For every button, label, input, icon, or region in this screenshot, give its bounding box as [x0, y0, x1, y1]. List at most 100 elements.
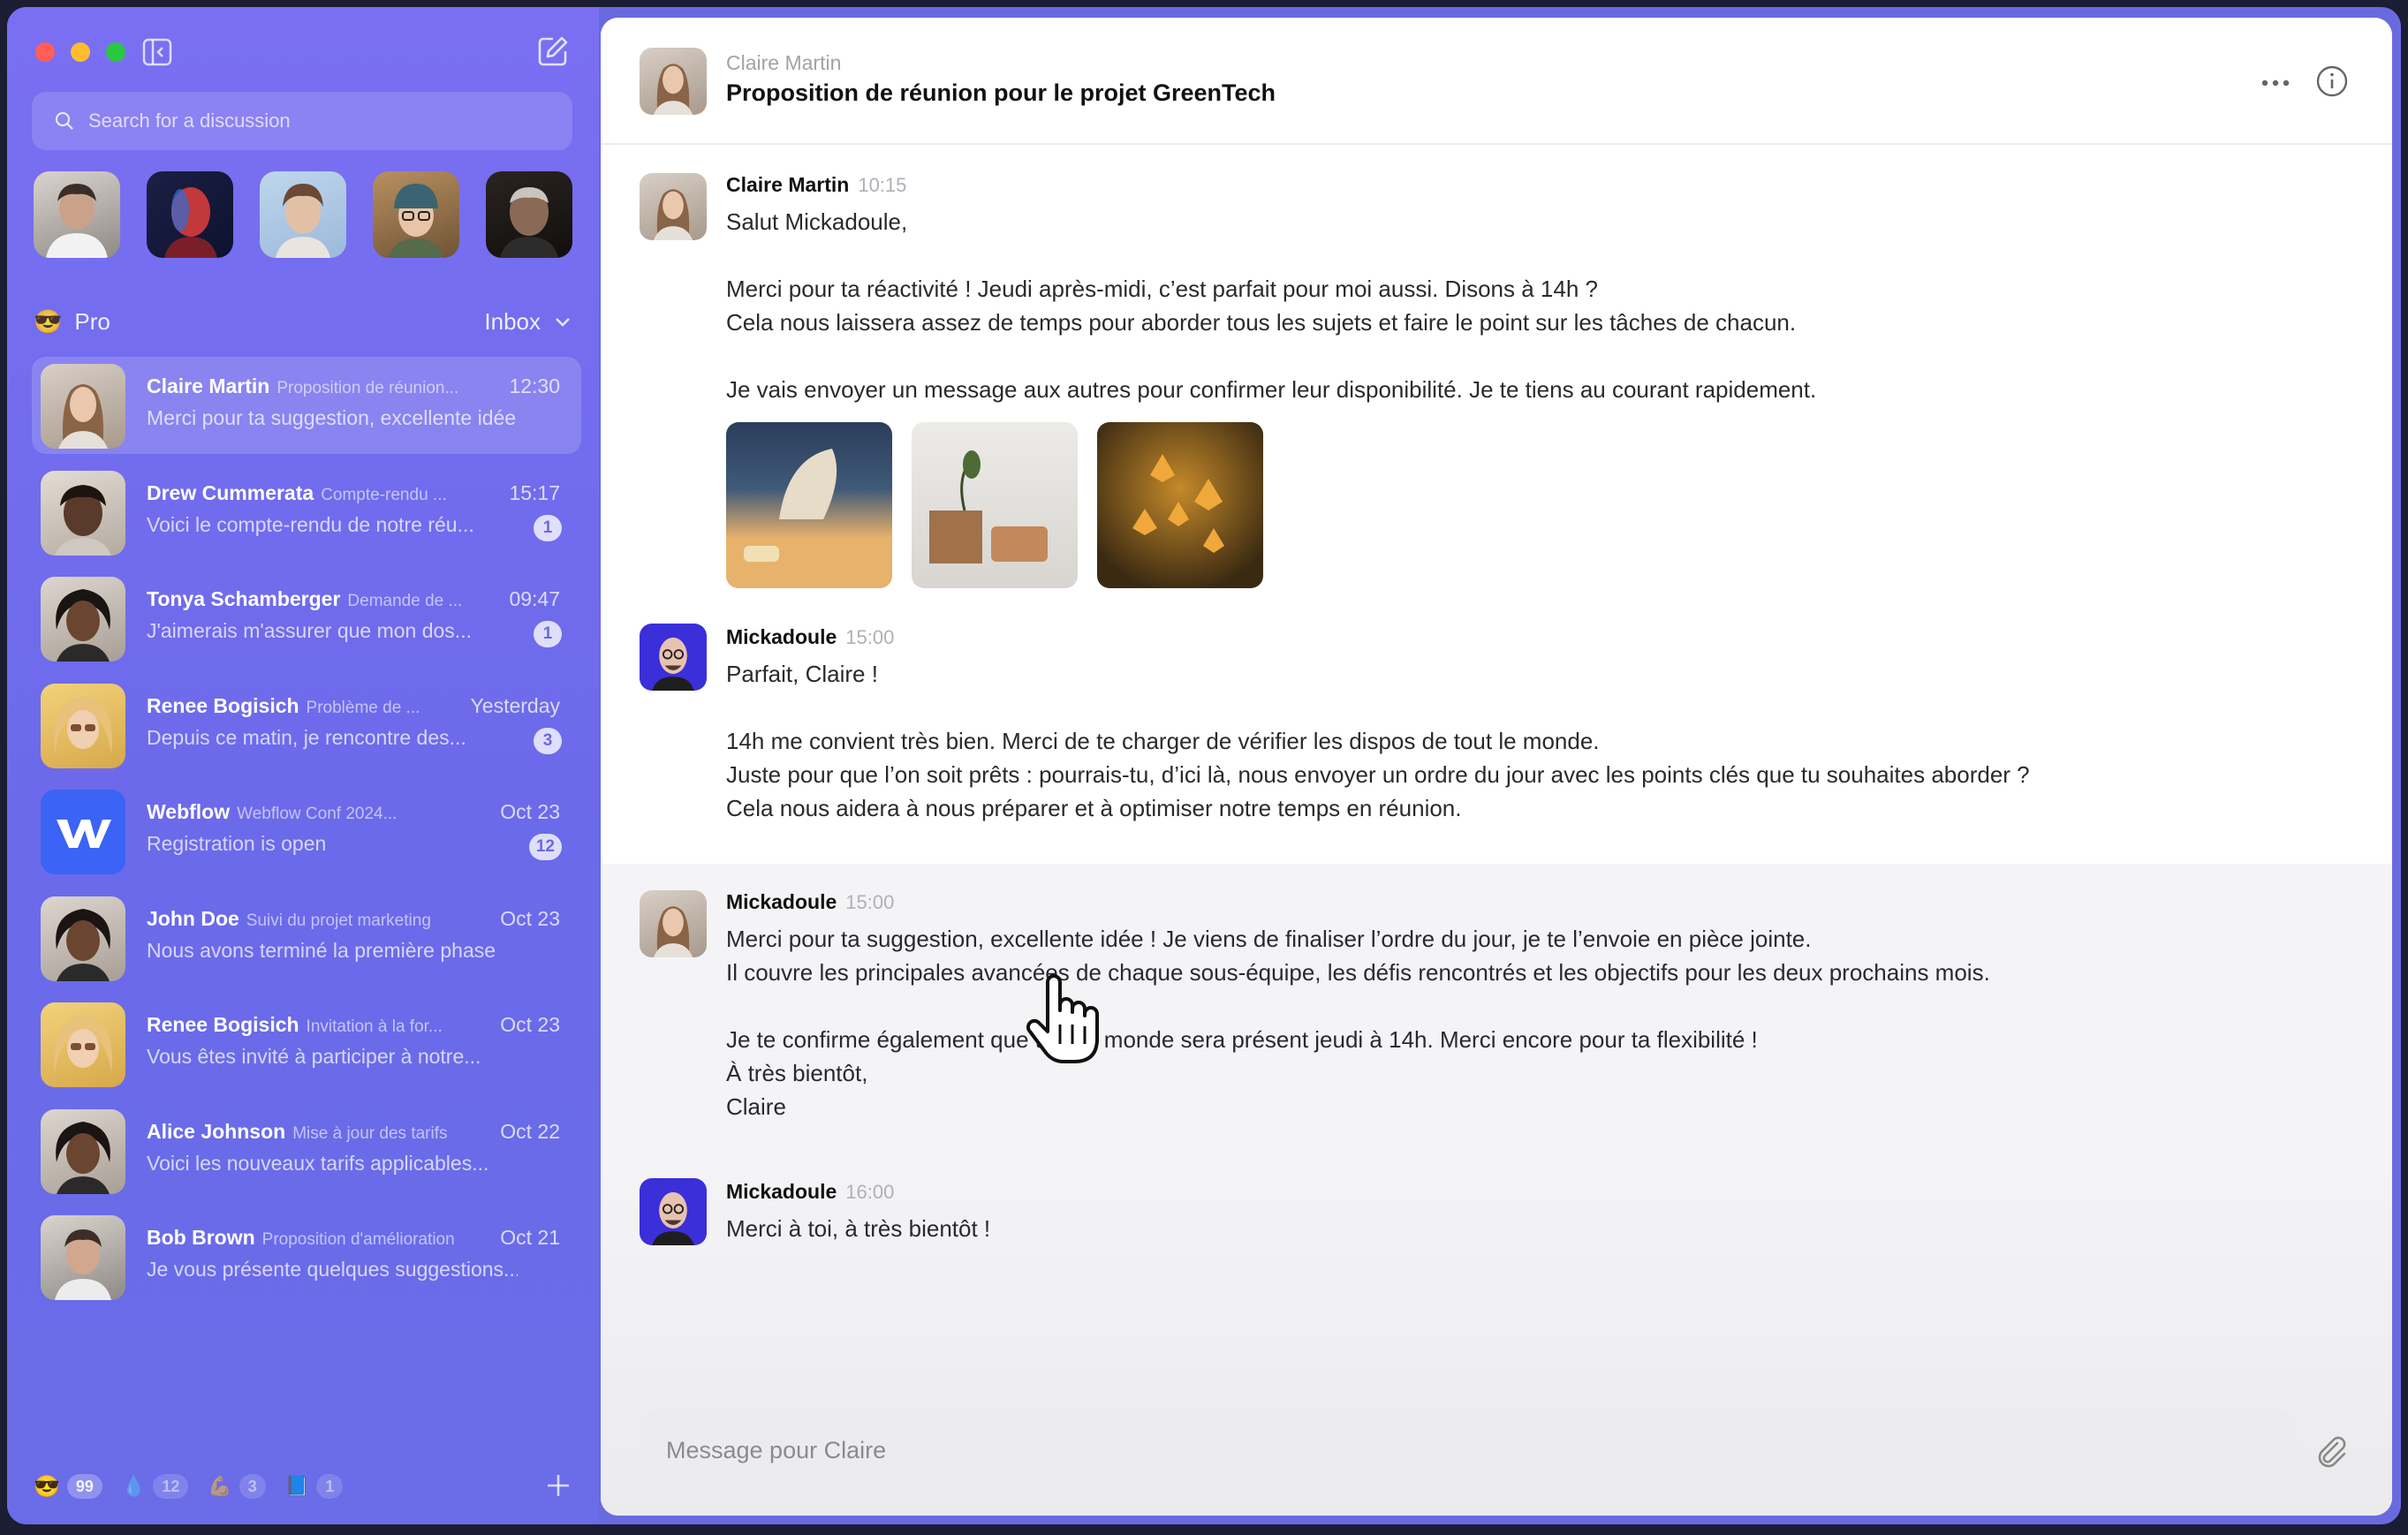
message-composer[interactable] [640, 1410, 2297, 1491]
conversation-time: Oct 22 [500, 1119, 560, 1143]
group-row: 😎 Pro Inbox [34, 302, 572, 341]
contact-name: Tonya Schamberger [147, 587, 341, 610]
message: Claire Martin 10:15 Salut Mickadoule, Mer… [601, 145, 2392, 613]
more-options-icon[interactable] [2258, 72, 2293, 94]
contact-name: Alice Johnson [147, 1119, 286, 1143]
message-author: Mickadoule [726, 1180, 837, 1203]
conversation-time: Oct 23 [500, 1013, 560, 1036]
conversation-preview: Registration is open [147, 832, 327, 855]
app-window: 😎 Pro Inbox Claire Martin Proposition de … [7, 7, 2401, 1524]
group-tab-pro[interactable]: 😎 99 [34, 1474, 102, 1500]
message-body: Merci à toi, à très bientôt ! [726, 1215, 991, 1242]
favorite-contacts [34, 171, 572, 258]
unread-badge: 12 [528, 834, 562, 860]
conversation-time: 09:47 [509, 587, 560, 610]
favorite-avatar-2[interactable] [147, 171, 233, 258]
attachment-image-room[interactable] [912, 422, 1078, 588]
conversation-item[interactable]: Renee Bogisich Problème de ... Yesterday … [32, 677, 581, 774]
conversation-item[interactable]: Alice Johnson Mise à jour des tarifs Oct … [32, 1102, 581, 1199]
group-count: 12 [153, 1474, 189, 1499]
minimize-window-button[interactable] [71, 42, 90, 62]
avatar [41, 896, 125, 981]
window-controls [35, 42, 125, 62]
add-group-icon[interactable] [542, 1470, 574, 1501]
search-bar[interactable] [32, 92, 572, 150]
conversation-subject: Demande de ... [347, 592, 463, 610]
message-input[interactable] [666, 1436, 2256, 1464]
sunglasses-emoji-icon: 😎 [34, 1474, 60, 1499]
message-author: Mickadoule [726, 625, 837, 648]
group-count: 99 [66, 1474, 102, 1499]
conversation-item[interactable]: John Doe Suivi du projet marketing Oct 23… [32, 889, 581, 987]
conversation-list: Claire Martin Proposition de réunion... 1… [32, 357, 581, 1315]
group-count: 3 [239, 1474, 266, 1499]
contact-name: John Doe [147, 906, 239, 930]
conversation-preview: Depuis ce matin, je rencontre des... [147, 725, 466, 749]
favorite-avatar-3[interactable] [260, 171, 346, 258]
message-body: Merci pour ta suggestion, excellente idé… [726, 926, 1990, 1120]
sidebar-toggle-icon[interactable] [141, 36, 173, 68]
conversation-item[interactable]: Claire Martin Proposition de réunion... 1… [32, 357, 581, 454]
avatar [41, 1215, 125, 1300]
conversation-time: 15:17 [509, 480, 560, 504]
search-input[interactable] [88, 110, 548, 132]
conversation-item[interactable]: Webflow Webflow Conf 2024... Oct 23 Regis… [32, 783, 581, 880]
message-time: 15:00 [845, 626, 895, 648]
thread-title: Proposition de réunion pour le projet Gr… [726, 79, 1276, 106]
conversation-preview: Je vous présente quelques suggestions... [147, 1258, 518, 1281]
contact-name: Renee Bogisich [147, 1013, 299, 1036]
conversation-preview: J'aimerais m'assurer que mon dos... [147, 619, 472, 642]
conversation-time: Oct 23 [500, 906, 560, 930]
favorite-avatar-5[interactable] [486, 171, 572, 258]
avatar [41, 683, 125, 768]
unread-badge: 3 [534, 727, 562, 754]
sunglasses-emoji-icon: 😎 [34, 307, 63, 335]
info-icon[interactable] [2314, 64, 2350, 99]
avatar [41, 577, 125, 662]
favorite-avatar-1[interactable] [34, 171, 120, 258]
avatar [41, 364, 125, 449]
webflow-logo-icon [41, 790, 125, 874]
avatar [640, 48, 707, 115]
conversation-preview: Voici le compte-rendu de notre réu... [147, 512, 474, 536]
muscle-emoji-icon: 💪 [208, 1475, 232, 1497]
attachment-image-leaves[interactable] [1097, 422, 1263, 588]
group-tab-book[interactable]: 📘 1 [284, 1474, 344, 1499]
avatar [640, 1178, 707, 1245]
group-switcher: 😎 99 💧 12 💪 3 📘 1 [34, 1468, 574, 1505]
attachment-image-car[interactable] [726, 422, 892, 588]
book-emoji-icon: 📘 [284, 1475, 310, 1497]
favorite-avatar-4[interactable] [373, 171, 459, 258]
message: Mickadoule 15:00 Parfait, Claire ! 14h me… [601, 613, 2392, 864]
conversation-time: Oct 23 [500, 800, 560, 823]
unread-badge: 1 [534, 621, 562, 647]
conversation-item[interactable]: Tonya Schamberger Demande de ... 09:47 J'… [32, 570, 581, 667]
close-window-button[interactable] [35, 42, 55, 62]
conversation-item[interactable]: Bob Brown Proposition d'amélioration Oct … [32, 1208, 581, 1305]
conversation-item[interactable]: Drew Cummerata Compte-rendu ... 15:17 Voi… [32, 464, 581, 561]
conversation-item[interactable]: Renee Bogisich Invitation à la for... Oct… [32, 995, 581, 1093]
contact-name: Bob Brown [147, 1226, 255, 1249]
conversation-subject: Problème de ... [306, 698, 420, 717]
message: Mickadoule 15:00 Merci pour ta suggestion… [601, 864, 2392, 1150]
group-tab-muscle[interactable]: 💪 3 [208, 1474, 266, 1499]
sidebar: 😎 Pro Inbox Claire Martin Proposition de … [7, 7, 599, 1524]
contact-name: Webflow [147, 800, 231, 823]
conversation-subject: Suivi du projet marketing [246, 911, 431, 930]
message-body: Salut Mickadoule, Merci pour ta réactivi… [726, 208, 1817, 403]
inbox-dropdown[interactable]: Inbox [484, 308, 572, 336]
maximize-window-button[interactable] [106, 42, 125, 62]
paperclip-icon[interactable] [2311, 1431, 2350, 1470]
conversation-preview: Nous avons terminé la première phase [147, 938, 496, 962]
conversation-preview: Voici les nouveaux tarifs applicables... [147, 1151, 489, 1175]
unread-badge: 1 [534, 514, 562, 541]
conversation-preview: Vous êtes invité à participer à notre... [147, 1045, 481, 1068]
compose-icon[interactable] [535, 34, 571, 69]
group-label: Pro [74, 307, 110, 335]
conversation-preview: Merci pour ta suggestion, excellente idé… [147, 406, 518, 429]
avatar [41, 1002, 125, 1087]
message-time: 16:00 [845, 1181, 895, 1203]
group-selector[interactable]: 😎 Pro [34, 308, 110, 336]
group-tab-drop[interactable]: 💧 12 [122, 1474, 189, 1499]
avatar [41, 470, 125, 556]
